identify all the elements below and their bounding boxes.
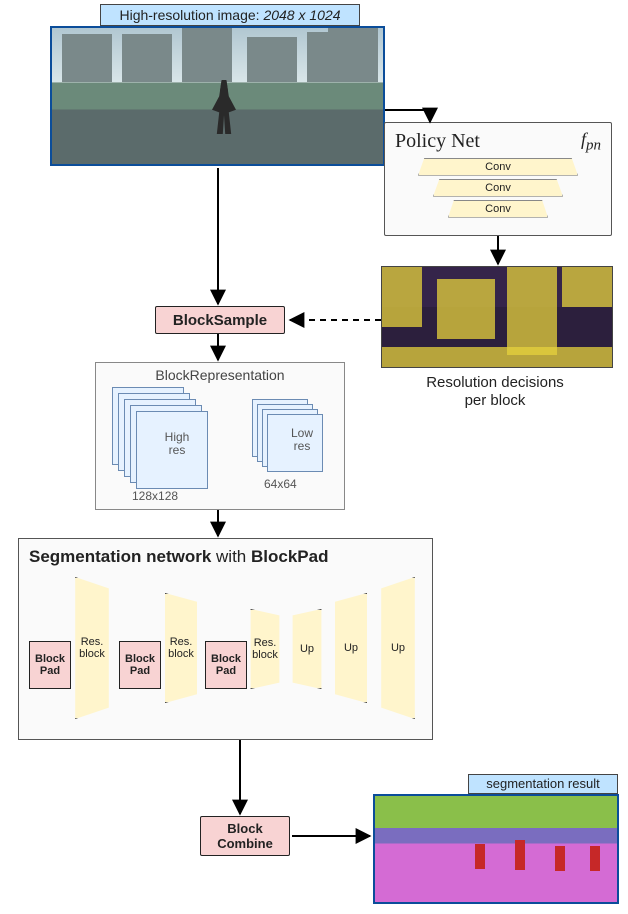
block-combine-label: BlockCombine <box>217 821 273 851</box>
policy-fn-sub: pn <box>586 138 601 154</box>
policy-net-title: Policy Net fpn <box>395 129 601 155</box>
policy-layer-2: Conv <box>433 179 563 197</box>
res-block-3: Res. block <box>247 609 283 689</box>
overlay-caption-l1: Resolution decisions <box>426 374 564 391</box>
res-block-1: Res. block <box>71 577 113 719</box>
resolution-decisions-caption: Resolution decisions per block <box>405 374 585 410</box>
segnet-title: Segmentation network with BlockPad <box>29 547 422 567</box>
policy-net: Policy Net fpn Conv Conv Conv <box>384 122 612 236</box>
input-caption: High-resolution image: 2048 x 1024 <box>100 4 360 26</box>
up-block-2: Up <box>331 593 371 703</box>
segnet-row: Block Pad Res. block Block Pad Res. bloc… <box>29 573 422 723</box>
up-block-3: Up <box>377 577 419 719</box>
resolution-decisions-image <box>381 266 613 368</box>
policy-layer-1: Conv <box>418 158 578 176</box>
segresult-image <box>373 794 619 904</box>
overlay-caption-l2: per block <box>465 392 526 409</box>
block-representation: BlockRepresentation High res Low res 128… <box>95 362 345 510</box>
segnet-title-mid: with <box>216 547 251 566</box>
policy-layer-3: Conv <box>448 200 548 218</box>
blockpad-2: Block Pad <box>119 641 161 689</box>
block-sample: BlockSample <box>155 306 285 334</box>
diagram-root: High-resolution image: 2048 x 1024 Polic… <box>0 0 628 914</box>
policy-net-name: Policy Net <box>395 130 480 153</box>
segnet-title-prefix: Segmentation network <box>29 547 216 566</box>
input-image <box>50 26 385 166</box>
high-res-dim: 128x128 <box>132 489 178 503</box>
low-res-dim: 64x64 <box>264 477 297 491</box>
input-resolution: 2048 x 1024 <box>263 7 340 23</box>
up-block-1: Up <box>289 609 325 689</box>
input-caption-prefix: High-resolution image: <box>119 7 263 23</box>
low-res-label: Low res <box>284 427 320 453</box>
blockpad-3: Block Pad <box>205 641 247 689</box>
block-representation-title: BlockRepresentation <box>102 367 338 383</box>
block-sample-label: BlockSample <box>173 312 267 329</box>
block-combine: BlockCombine <box>200 816 290 856</box>
high-res-label: High res <box>156 431 198 457</box>
segresult-caption: segmentation result <box>468 774 618 794</box>
res-block-2: Res. block <box>161 593 201 703</box>
blockpad-1: Block Pad <box>29 641 71 689</box>
policy-net-fn: fpn <box>581 129 601 155</box>
segmentation-network: Segmentation network with BlockPad Block… <box>18 538 433 740</box>
segnet-title-bold: BlockPad <box>251 547 328 566</box>
